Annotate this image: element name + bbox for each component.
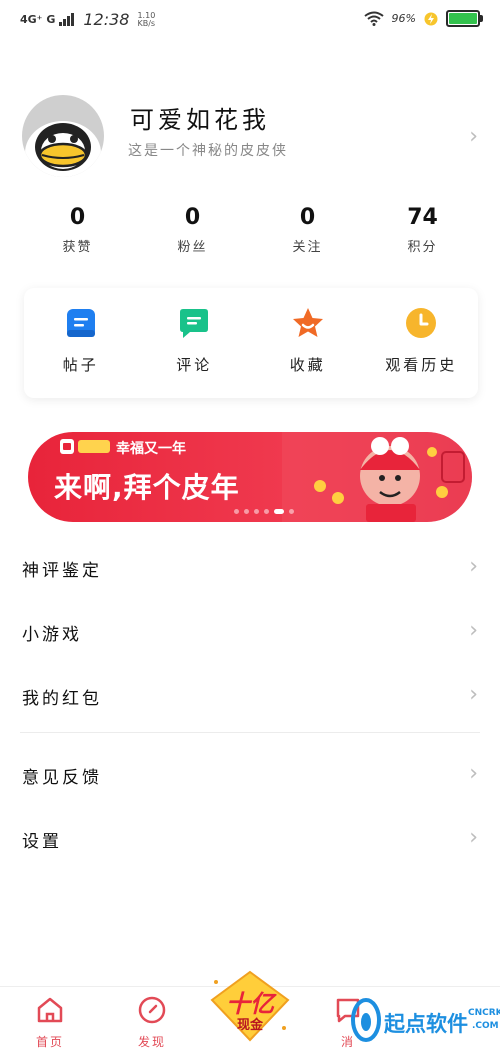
tab-home[interactable]: 首页	[20, 995, 80, 1050]
tab-label: 发现	[137, 1035, 166, 1049]
promo-banner[interactable]: 幸福又一年 来啊,拜个皮年	[28, 432, 472, 522]
battery-percent: 96%	[391, 12, 416, 25]
watermark-logo-icon	[351, 998, 381, 1042]
stat-likes[interactable]: 0 获赞	[20, 205, 135, 255]
username: 可爱如花我	[130, 106, 270, 134]
stat-label: 关注	[292, 240, 323, 255]
banner-mascot-icon	[282, 432, 472, 522]
reward-line2: 现金	[236, 1018, 263, 1033]
site-watermark: 起点软件 CNCRK .COM	[350, 994, 500, 1050]
quick-actions-card: 帖子 评论 收藏 观看历史	[24, 288, 478, 398]
pager-dot	[244, 509, 249, 514]
battery-icon	[446, 10, 483, 27]
home-icon	[37, 997, 63, 1023]
pager-dot	[289, 509, 294, 514]
post-icon	[64, 306, 98, 340]
stat-label: 获赞	[62, 240, 93, 255]
chevron-right-icon: ›	[469, 761, 478, 786]
stat-following[interactable]: 0 关注	[250, 205, 365, 255]
pager-dot	[254, 509, 259, 514]
quick-action-comments[interactable]: 评论	[138, 288, 252, 398]
stat-value: 0	[299, 205, 316, 230]
pager-dot	[264, 509, 269, 514]
menu-item-feedback[interactable]: 意见反馈 ›	[0, 743, 500, 807]
status-right: 96%	[363, 10, 483, 27]
profile-chevron-right-icon[interactable]: ›	[469, 124, 478, 149]
bio: 这是一个神秘的皮皮侠	[128, 143, 288, 159]
stat-value: 0	[69, 205, 86, 230]
menu-item-mini-games[interactable]: 小游戏 ›	[0, 600, 500, 664]
quick-action-posts[interactable]: 帖子	[24, 288, 138, 398]
avatar[interactable]	[22, 95, 104, 177]
quick-action-favorites[interactable]: 收藏	[251, 288, 365, 398]
network-indicator: 4G⁺ G	[20, 13, 56, 26]
favorite-star-icon	[291, 306, 325, 340]
quick-action-label: 观看历史	[385, 356, 458, 374]
avatar-face-icon	[25, 121, 101, 177]
watermark-text: 起点软件	[384, 1012, 468, 1036]
menu-list: 神评鉴定 › 小游戏 › 我的红包 › 意见反馈 › 设置 ›	[0, 536, 500, 871]
banner-pager	[234, 509, 294, 514]
menu-item-label: 意见反馈	[22, 768, 102, 788]
pager-dot-active	[274, 509, 284, 514]
quick-action-label: 评论	[176, 356, 213, 374]
banner-subtitle: 幸福又一年	[116, 441, 186, 457]
watermark-domain: CNCRK	[468, 1008, 500, 1018]
stat-value: 0	[184, 205, 201, 230]
compass-icon	[138, 996, 166, 1024]
stat-label: 粉丝	[177, 240, 208, 255]
watermark-tld: .COM	[472, 1021, 499, 1031]
status-bar: 4G⁺ G 12:38 1.10 KB/s 96%	[0, 0, 500, 38]
cash-reward-badge[interactable]: 十亿 现金	[208, 970, 292, 1042]
chevron-right-icon: ›	[469, 618, 478, 643]
stat-points[interactable]: 74 积分	[365, 205, 480, 255]
history-clock-icon	[404, 306, 438, 340]
menu-item-comment-review[interactable]: 神评鉴定 ›	[0, 536, 500, 600]
stats-row: 0 获赞 0 粉丝 0 关注 74 积分	[20, 205, 480, 255]
chevron-right-icon: ›	[469, 825, 478, 850]
pager-dot	[234, 509, 239, 514]
banner-logo-icon	[60, 439, 110, 454]
net-speed-unit: KB/s	[137, 18, 156, 28]
charging-icon	[424, 12, 438, 25]
chevron-right-icon: ›	[469, 554, 478, 579]
tab-label: 首页	[35, 1035, 64, 1049]
comment-icon	[177, 306, 211, 340]
quick-action-label: 帖子	[62, 356, 99, 374]
stat-value: 74	[407, 205, 438, 230]
menu-item-red-packets[interactable]: 我的红包 ›	[0, 664, 500, 728]
status-left: 4G⁺ G 12:38 1.10 KB/s	[20, 10, 155, 29]
menu-item-label: 神评鉴定	[22, 561, 102, 581]
banner-title: 来啊,拜个皮年	[54, 471, 240, 504]
stat-label: 积分	[407, 240, 438, 255]
stat-fans[interactable]: 0 粉丝	[135, 205, 250, 255]
tab-discover[interactable]: 发现	[122, 995, 182, 1050]
quick-action-history[interactable]: 观看历史	[365, 288, 479, 398]
divider	[20, 732, 480, 733]
chevron-right-icon: ›	[469, 682, 478, 707]
wifi-icon	[363, 11, 384, 26]
menu-item-label: 小游戏	[22, 625, 82, 645]
signal-icon	[59, 13, 75, 26]
clock: 12:38	[83, 10, 130, 29]
net-speed: 1.10 KB/s	[137, 11, 156, 28]
menu-item-label: 设置	[22, 832, 62, 852]
menu-item-label: 我的红包	[22, 689, 102, 709]
menu-item-settings[interactable]: 设置 ›	[0, 807, 500, 871]
quick-action-label: 收藏	[289, 356, 326, 374]
